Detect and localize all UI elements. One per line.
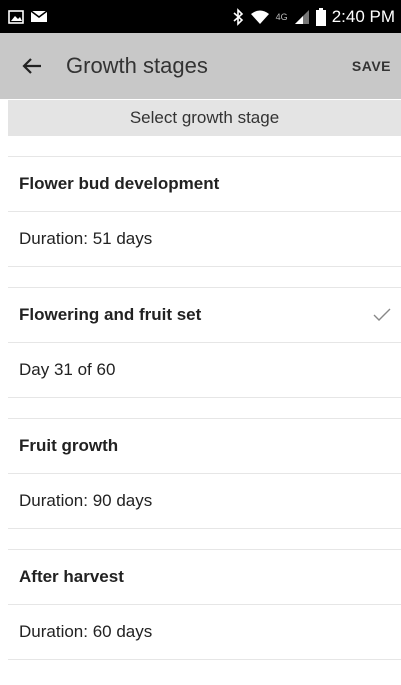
stage-item[interactable]: Flower bud development — [8, 157, 401, 212]
list-divider — [8, 267, 401, 288]
status-time: 2:40 PM — [331, 6, 395, 26]
list-divider — [8, 529, 401, 550]
stage-duration: Duration: 60 days — [19, 622, 153, 641]
page-title: Growth stages — [66, 53, 208, 78]
stage-detail: Duration: 51 days — [8, 212, 401, 267]
stage-detail: Duration: 60 days — [8, 605, 401, 660]
back-button[interactable] — [0, 33, 64, 99]
stage-progress: Day 31 of 60 — [19, 360, 116, 379]
app-toolbar: Growth stages SAVE — [0, 33, 401, 99]
stage-item[interactable]: After harvest — [8, 550, 401, 605]
arrow-back-icon — [22, 57, 42, 75]
stage-item-selected[interactable]: Flowering and fruit set — [8, 288, 401, 343]
stage-name: Fruit growth — [19, 436, 119, 455]
network-type-icon: 4G — [275, 11, 288, 22]
battery-icon — [315, 7, 326, 26]
stage-duration: Duration: 51 days — [19, 229, 153, 248]
image-notification-icon — [8, 9, 24, 24]
stage-name: After harvest — [19, 567, 124, 586]
stage-detail: Duration: 90 days — [8, 474, 401, 529]
select-stage-header: Select growth stage — [8, 100, 401, 136]
stage-duration: Duration: 90 days — [19, 491, 153, 510]
bluetooth-icon — [232, 7, 244, 26]
signal-strength-icon — [294, 9, 310, 25]
status-bar: 4G 2:40 PM — [0, 0, 401, 33]
growth-stage-list: Flower bud development Duration: 51 days… — [0, 136, 401, 660]
stage-name: Flower bud development — [19, 174, 220, 193]
save-button[interactable]: SAVE — [352, 58, 391, 74]
stage-detail: Day 31 of 60 — [8, 343, 401, 398]
list-divider — [8, 136, 401, 157]
checkmark-icon — [373, 308, 391, 322]
wifi-icon — [250, 9, 270, 25]
stage-item[interactable]: Fruit growth — [8, 419, 401, 474]
list-divider — [8, 398, 401, 419]
voicemail-message-icon — [30, 9, 48, 24]
stage-name: Flowering and fruit set — [19, 305, 202, 324]
